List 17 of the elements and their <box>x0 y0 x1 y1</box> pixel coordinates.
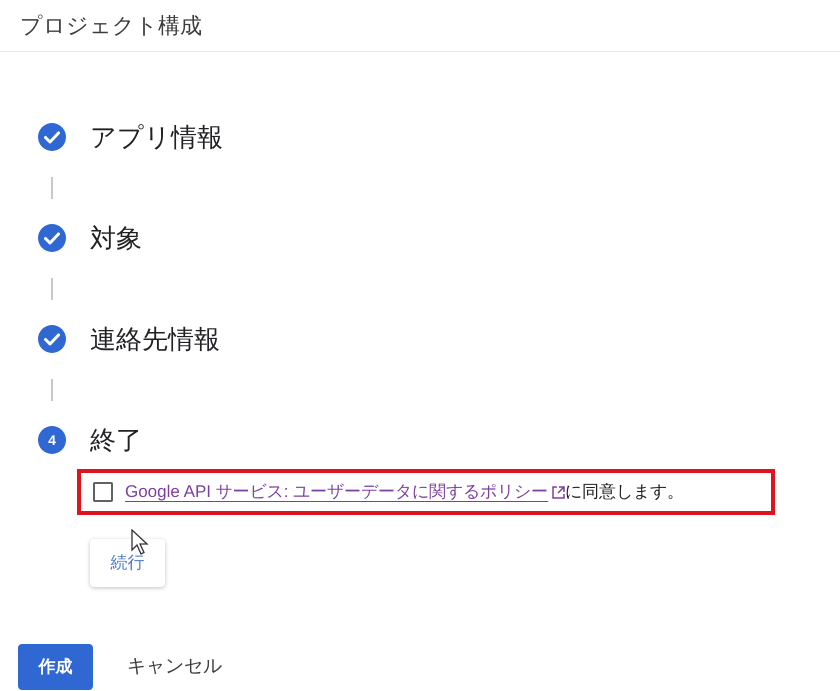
step-label: 連絡先情報 <box>90 322 220 356</box>
step-label: 対象 <box>90 222 142 254</box>
check-circle-icon <box>38 224 66 252</box>
page-title: プロジェクト構成 <box>20 12 202 40</box>
external-link-icon <box>552 486 566 498</box>
agree-text: に同意します。 <box>565 481 684 504</box>
continue-button[interactable]: 続行 <box>90 539 165 587</box>
step-number: 4 <box>38 426 66 454</box>
cancel-button[interactable]: キャンセル <box>127 652 222 682</box>
agree-checkbox[interactable] <box>93 482 113 502</box>
step-label: アプリ情報 <box>90 120 223 154</box>
cursor-icon <box>131 529 149 555</box>
policy-link[interactable]: Google API サービス: ユーザーデータに関するポリシー <box>125 479 548 505</box>
step-label: 終了 <box>90 424 142 456</box>
check-circle-icon <box>38 123 66 151</box>
create-button[interactable]: 作成 <box>18 644 93 690</box>
check-circle-icon <box>38 325 66 353</box>
